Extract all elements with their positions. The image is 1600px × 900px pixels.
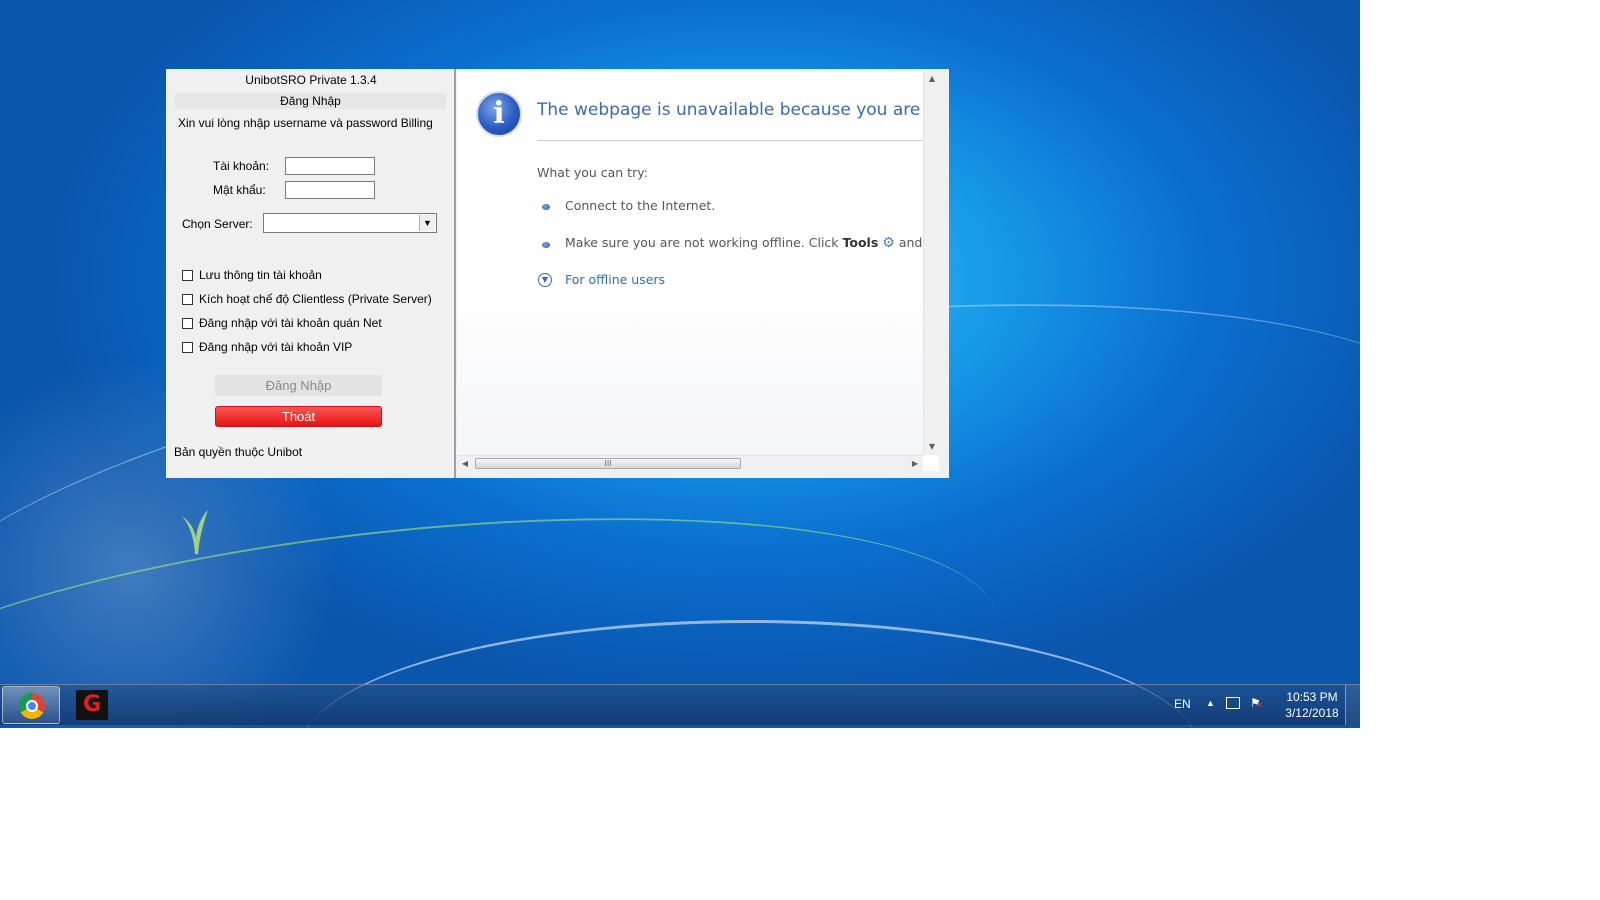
expand-icon[interactable]: ▼ xyxy=(538,273,552,287)
chrome-taskbar-button[interactable] xyxy=(2,686,60,724)
embedded-browser: i The webpage is unavailable because you… xyxy=(457,71,939,471)
server-dropdown[interactable]: ▼ xyxy=(263,213,437,233)
copyright-text: Bản quyền thuộc Unibot xyxy=(174,445,303,459)
checkbox-box[interactable] xyxy=(182,269,193,281)
suggestion-suffix: and xyxy=(894,235,923,250)
checkbox-label: Kích hoạt chế độ Clientless (Private Ser… xyxy=(199,292,432,306)
info-icon: i xyxy=(476,91,522,137)
action-center-icon[interactable]: ⚑ xyxy=(1250,696,1264,711)
garena-icon[interactable]: G xyxy=(76,690,108,720)
password-label: Mật khẩu: xyxy=(213,183,266,197)
password-input[interactable] xyxy=(285,181,375,199)
checkbox-remember[interactable]: Lưu thông tin tài khoản xyxy=(182,268,322,282)
bullet-icon xyxy=(542,204,550,210)
taskbar: G EN ▲ ⚑ 10:53 PM 3/12/2018 xyxy=(0,684,1360,725)
login-instructions: Xin vui lòng nhập username và password B… xyxy=(178,116,433,130)
checkbox-box[interactable] xyxy=(182,341,193,353)
checkbox-label: Lưu thông tin tài khoản xyxy=(199,268,322,282)
scroll-right-icon[interactable]: ▶ xyxy=(907,456,923,471)
vertical-scrollbar[interactable]: ▲ ▼ xyxy=(923,71,939,455)
network-icon[interactable] xyxy=(1226,697,1240,709)
server-label: Chọn Server: xyxy=(182,217,253,231)
checkbox-label: Đăng nhập với tài khoản quán Net xyxy=(199,316,382,330)
exit-button[interactable]: Thoát xyxy=(215,406,382,427)
scroll-up-icon[interactable]: ▲ xyxy=(924,71,939,87)
language-indicator[interactable]: EN xyxy=(1174,697,1191,711)
show-desktop-button[interactable] xyxy=(1345,685,1360,725)
horizontal-scrollbar[interactable]: ◀ III ▶ xyxy=(457,455,923,471)
checkbox-box[interactable] xyxy=(182,293,193,305)
panel-divider xyxy=(454,69,456,478)
scroll-down-icon[interactable]: ▼ xyxy=(924,439,939,455)
tools-label: Tools xyxy=(842,235,879,250)
unibot-window: UnibotSRO Private 1.3.4 Đăng Nhập Xin vu… xyxy=(166,69,949,478)
login-section-header: Đăng Nhập xyxy=(175,93,446,109)
offline-users-link[interactable]: For offline users xyxy=(565,272,665,287)
scroll-left-icon[interactable]: ◀ xyxy=(457,456,473,471)
suggestions-title: What you can try: xyxy=(537,165,648,180)
offline-page: i The webpage is unavailable because you… xyxy=(457,71,923,455)
clock-date: 3/12/2018 xyxy=(1285,706,1339,720)
show-hidden-icons-icon[interactable]: ▲ xyxy=(1206,698,1215,708)
leaf-icon xyxy=(182,510,208,554)
suggestion-text: Make sure you are not working offline. C… xyxy=(565,235,843,250)
suggestion-connect: Connect to the Internet. xyxy=(565,198,716,213)
headline-divider xyxy=(537,140,923,141)
offline-headline: The webpage is unavailable because you a… xyxy=(537,100,923,120)
scroll-thumb[interactable]: III xyxy=(475,458,741,469)
login-panel: UnibotSRO Private 1.3.4 Đăng Nhập Xin vu… xyxy=(166,69,456,478)
chrome-icon[interactable] xyxy=(19,693,45,719)
username-input[interactable] xyxy=(285,157,375,175)
clock-time: 10:53 PM xyxy=(1286,690,1338,704)
suggestion-offline: Make sure you are not working offline. C… xyxy=(565,235,922,251)
username-label: Tài khoản: xyxy=(213,159,270,173)
checkbox-clientless[interactable]: Kích hoạt chế độ Clientless (Private Ser… xyxy=(182,292,432,306)
checkbox-vip[interactable]: Đăng nhập với tài khoản VIP xyxy=(182,340,352,354)
login-button[interactable]: Đăng Nhập xyxy=(215,375,382,396)
checkbox-netcafe[interactable]: Đăng nhập với tài khoản quán Net xyxy=(182,316,382,330)
bullet-icon xyxy=(542,242,550,248)
chevron-down-icon[interactable]: ▼ xyxy=(419,215,435,231)
gear-icon: ⚙ xyxy=(882,235,895,251)
checkbox-label: Đăng nhập với tài khoản VIP xyxy=(199,340,353,354)
window-title: UnibotSRO Private 1.3.4 xyxy=(245,73,377,87)
checkbox-box[interactable] xyxy=(182,317,193,329)
system-clock[interactable]: 10:53 PM 3/12/2018 xyxy=(1272,689,1352,721)
